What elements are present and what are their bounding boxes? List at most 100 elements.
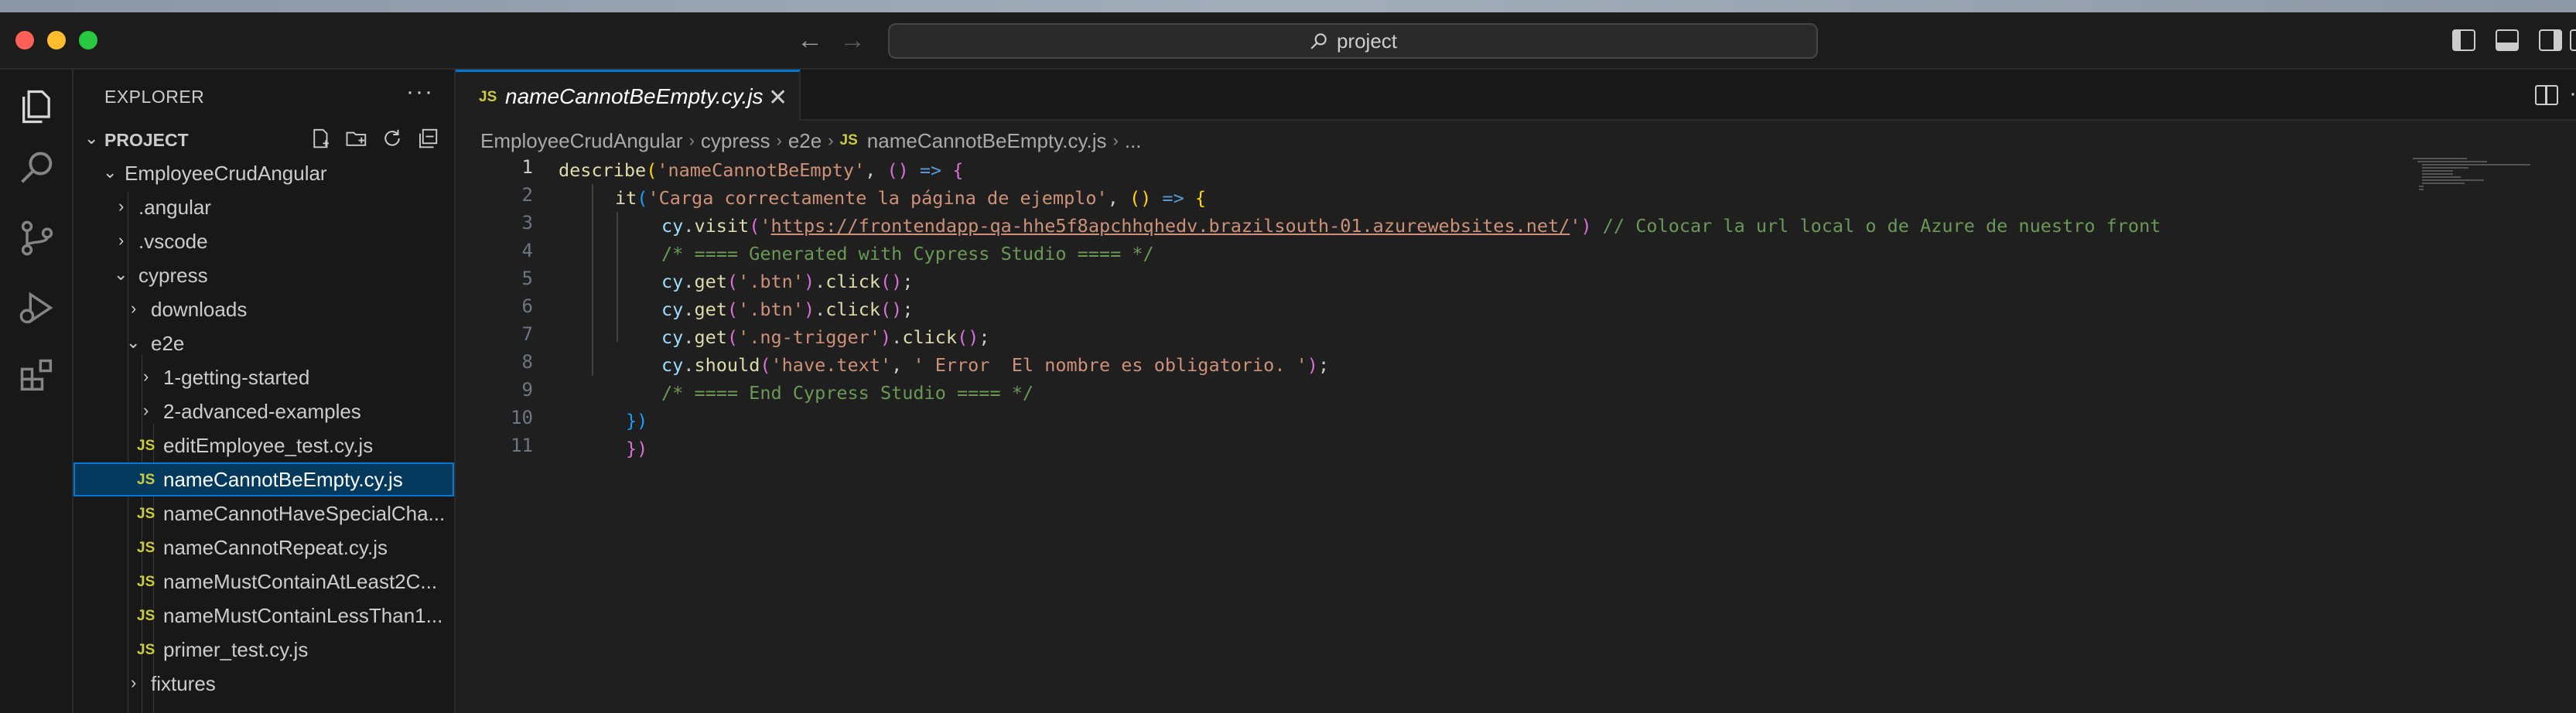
code-editor[interactable]: describe('nameCannotBeEmpty', () => { it… bbox=[559, 156, 2161, 459]
tree-folder-angular[interactable]: › .angular bbox=[73, 190, 454, 224]
breadcrumb-item[interactable]: ... bbox=[1125, 129, 1142, 153]
refresh-icon[interactable] bbox=[381, 127, 404, 150]
js-file-icon: JS bbox=[137, 574, 155, 590]
line-number: 9 bbox=[521, 379, 533, 401]
minimap[interactable] bbox=[2413, 156, 2530, 203]
more-actions-icon[interactable]: ··· bbox=[406, 79, 434, 105]
activity-bar bbox=[0, 70, 73, 713]
search-text: project bbox=[1336, 29, 1398, 53]
js-file-icon: JS bbox=[137, 472, 155, 488]
command-center-search[interactable]: project bbox=[888, 23, 1818, 59]
project-section-label: PROJECT bbox=[104, 130, 189, 150]
search-view-icon[interactable] bbox=[17, 148, 57, 189]
tree-folder-employeecrudangular[interactable]: ⌄ EmployeeCrudAngular bbox=[73, 156, 454, 190]
code-line: /* ==== End Cypress Studio ==== */ bbox=[661, 382, 1034, 404]
extensions-icon[interactable] bbox=[17, 356, 57, 396]
maximize-window-button[interactable] bbox=[79, 31, 97, 49]
toggle-panel-icon[interactable] bbox=[2496, 29, 2519, 51]
breadcrumb-item[interactable]: EmployeeCrudAngular bbox=[480, 129, 683, 153]
code-line: cy.should('have.text', ' Error El nombre… bbox=[661, 354, 1330, 376]
split-editor-icon[interactable] bbox=[2535, 85, 2558, 105]
more-actions-icon[interactable]: · bbox=[2569, 80, 2576, 107]
line-number: 11 bbox=[511, 435, 533, 456]
tree-file-namemustcontainatleast[interactable]: JS nameMustContainAtLeast2C... bbox=[73, 565, 454, 599]
line-number: 5 bbox=[521, 268, 533, 289]
close-icon[interactable]: ✕ bbox=[768, 84, 787, 111]
toggle-primary-sidebar-icon[interactable] bbox=[2452, 29, 2475, 51]
tree-folder-cypress[interactable]: ⌄ cypress bbox=[73, 258, 454, 292]
tree-file-namecannothavespecialchars[interactable]: JS nameCannotHaveSpecialCha... bbox=[73, 496, 454, 530]
line-number: 6 bbox=[521, 295, 533, 317]
chevron-right-icon: › bbox=[118, 230, 125, 250]
customize-layout-icon[interactable] bbox=[2570, 29, 2576, 51]
source-control-icon[interactable] bbox=[17, 218, 57, 258]
tree-file-primer-test[interactable]: JS primer_test.cy.js bbox=[73, 633, 454, 667]
chevron-down-icon: ⌄ bbox=[103, 162, 118, 182]
line-number: 2 bbox=[521, 184, 533, 206]
js-file-icon: JS bbox=[839, 132, 858, 148]
tree-file-editemployee[interactable]: JS editEmployee_test.cy.js bbox=[73, 428, 454, 462]
tree-file-namecannotbeempty[interactable]: JS nameCannotBeEmpty.cy.js bbox=[73, 462, 454, 496]
chevron-down-icon: ⌄ bbox=[84, 128, 99, 148]
editor-area: JS nameCannotBeEmpty.cy.js ✕ · EmployeeC… bbox=[456, 70, 2576, 713]
chevron-down-icon: ⌄ bbox=[114, 264, 128, 284]
tree-file-namemustcontainlessthan[interactable]: JS nameMustContainLessThan1... bbox=[73, 599, 454, 633]
line-number: 1 bbox=[521, 156, 533, 178]
breadcrumb-item[interactable]: cypress bbox=[701, 129, 770, 153]
breadcrumb-item[interactable]: e2e bbox=[788, 129, 822, 153]
minimize-window-button[interactable] bbox=[47, 31, 66, 49]
project-section-header[interactable]: ⌄ PROJECT bbox=[73, 122, 456, 156]
js-file-icon: JS bbox=[137, 540, 155, 556]
chevron-right-icon: › bbox=[143, 367, 149, 386]
code-line: /* ==== Generated with Cypress Studio ==… bbox=[661, 243, 1154, 264]
url-link: https://frontendapp-qa-hhe5f8apchhqhedv.… bbox=[770, 215, 1570, 237]
tree-folder-vscode[interactable]: › .vscode bbox=[73, 224, 454, 258]
chevron-right-icon: › bbox=[828, 131, 834, 150]
tree-folder-getting-started[interactable]: › 1-getting-started bbox=[73, 360, 454, 394]
desktop-strip bbox=[0, 0, 2576, 12]
tree-folder-e2e[interactable]: ⌄ e2e bbox=[73, 326, 454, 360]
line-number: 7 bbox=[521, 323, 533, 345]
back-arrow-icon[interactable]: ← bbox=[797, 23, 823, 57]
tab-bar: JS nameCannotBeEmpty.cy.js ✕ · bbox=[456, 70, 2576, 121]
search-icon bbox=[1310, 33, 1327, 49]
code-line: cy.get('.btn').click(); bbox=[661, 299, 914, 320]
chevron-down-icon: ⌄ bbox=[126, 333, 141, 352]
tree-folder-fixtures[interactable]: › fixtures bbox=[73, 667, 454, 701]
tree-file-namecannotrepeat[interactable]: JS nameCannotRepeat.cy.js bbox=[73, 530, 454, 565]
new-file-icon[interactable] bbox=[309, 127, 333, 150]
toggle-secondary-sidebar-icon[interactable] bbox=[2539, 29, 2562, 51]
js-file-icon: JS bbox=[137, 642, 155, 658]
explorer-title: EXPLORER bbox=[104, 87, 205, 107]
line-number: 8 bbox=[521, 351, 533, 373]
line-number: 10 bbox=[511, 407, 533, 428]
collapse-all-icon[interactable] bbox=[416, 127, 439, 150]
js-file-icon: JS bbox=[137, 438, 155, 454]
close-window-button[interactable] bbox=[15, 31, 34, 49]
js-file-icon: JS bbox=[479, 89, 497, 105]
tree-folder-downloads[interactable]: › downloads bbox=[73, 292, 454, 326]
tab-namecannotbeempty[interactable]: JS nameCannotBeEmpty.cy.js ✕ bbox=[456, 70, 801, 121]
line-number: 3 bbox=[521, 212, 533, 234]
chevron-right-icon: › bbox=[1112, 131, 1119, 150]
code-line: }) bbox=[626, 410, 648, 432]
tree-folder-advanced-examples[interactable]: › 2-advanced-examples bbox=[73, 394, 454, 428]
js-file-icon: JS bbox=[137, 506, 155, 522]
chevron-right-icon: › bbox=[131, 299, 137, 318]
tab-label: nameCannotBeEmpty.cy.js bbox=[505, 84, 764, 108]
code-line: cy.get('.ng-trigger').click(); bbox=[661, 326, 990, 348]
explorer-sidebar: EXPLORER ··· ⌄ PROJECT ⌄ EmployeeCrudAngu… bbox=[73, 70, 456, 713]
chevron-right-icon: › bbox=[118, 196, 125, 216]
run-and-debug-icon[interactable] bbox=[17, 288, 57, 328]
code-line: cy.get('.btn').click(); bbox=[661, 271, 914, 292]
explorer-files-icon[interactable] bbox=[17, 87, 57, 127]
breadcrumb-item[interactable]: nameCannotBeEmpty.cy.js bbox=[867, 129, 1107, 153]
line-number: 4 bbox=[521, 240, 533, 261]
new-folder-icon[interactable] bbox=[345, 127, 368, 150]
forward-arrow-icon[interactable]: → bbox=[839, 23, 866, 57]
code-line: cy.visit('https://frontendapp-qa-hhe5f8a… bbox=[661, 215, 2161, 237]
code-line: it('Carga correctamente la página de eje… bbox=[615, 187, 1207, 209]
chevron-right-icon: › bbox=[143, 401, 149, 420]
chevron-right-icon: › bbox=[131, 673, 137, 692]
chevron-right-icon: › bbox=[688, 131, 695, 150]
